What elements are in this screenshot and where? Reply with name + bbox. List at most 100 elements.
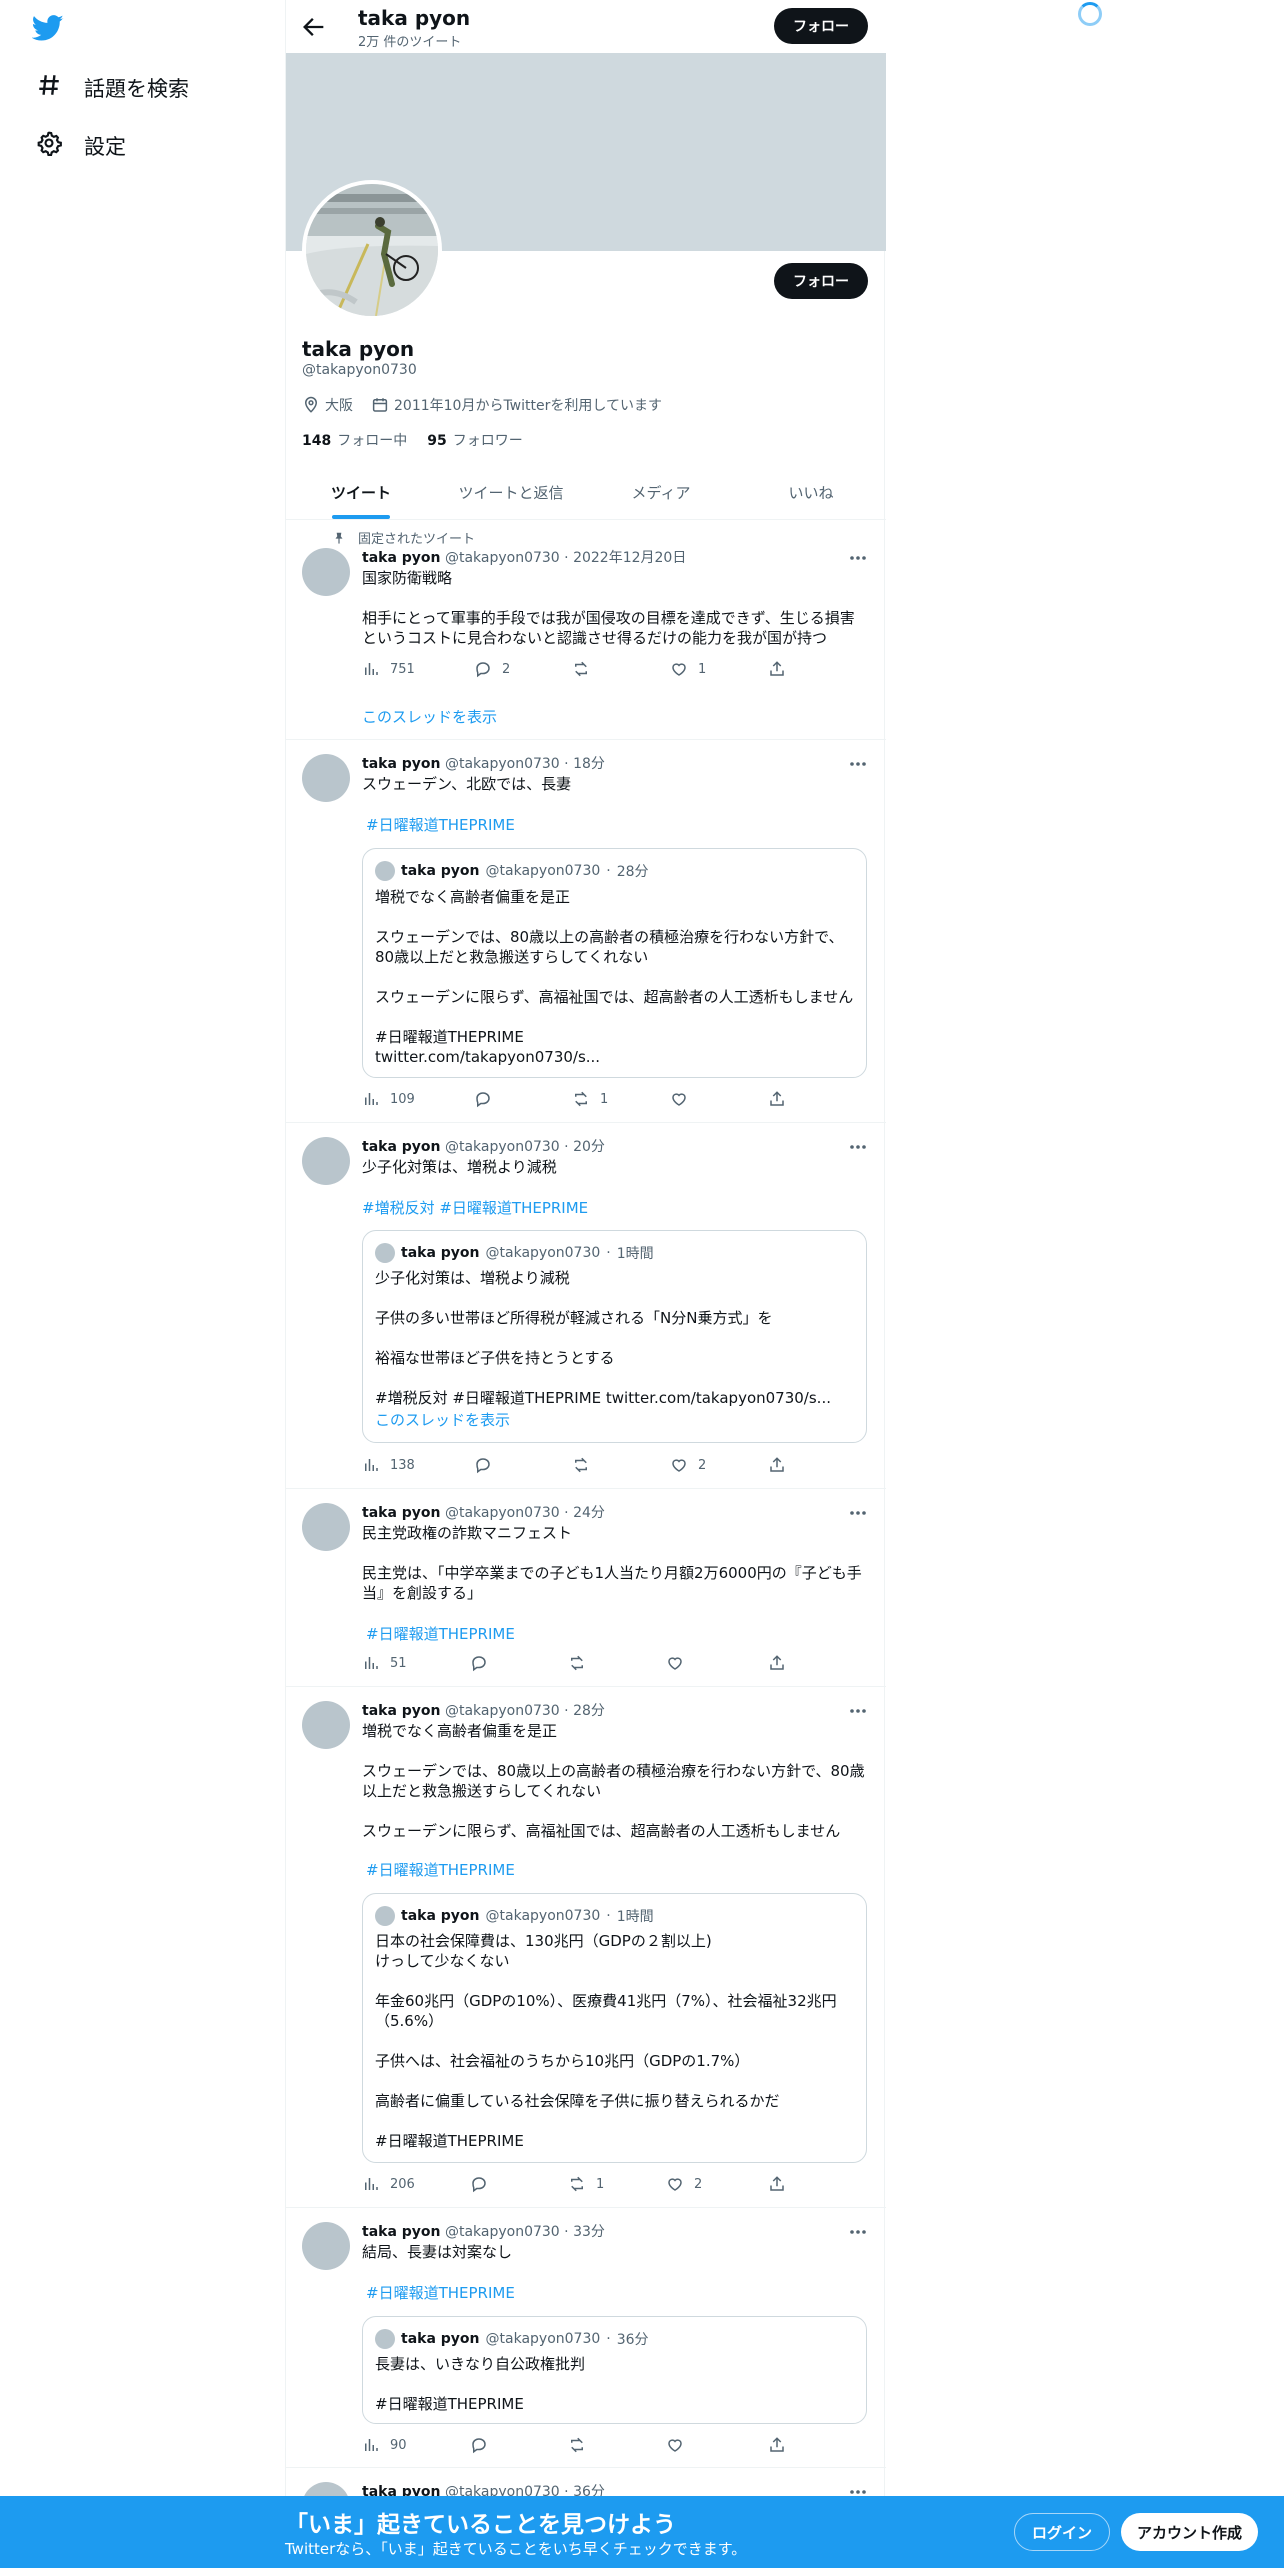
twitter-bird-icon[interactable] xyxy=(31,12,64,44)
tweet-author-name[interactable]: taka pyon xyxy=(362,1139,441,1155)
views-button[interactable]: 138 xyxy=(362,1456,415,1474)
login-button[interactable]: ログイン xyxy=(1014,2513,1110,2551)
tweet[interactable]: taka pyon @takapyon0730 · 18分 スウェーデン、北欧で… xyxy=(286,740,886,1123)
reply-button[interactable] xyxy=(470,1654,498,1672)
quoted-tweet[interactable]: taka pyon @takapyon0730 · 28分 増税でなく高齢者偏重を… xyxy=(362,848,867,1078)
tweet[interactable]: taka pyon @takapyon0730 · 28分 増税でなく高齢者偏重… xyxy=(286,1687,886,2208)
share-button[interactable] xyxy=(768,2175,786,2193)
hashtag-link[interactable]: #日曜報道THEPRIME xyxy=(366,2282,515,2303)
tweet-time[interactable]: 18分 xyxy=(573,756,605,772)
retweet-button[interactable] xyxy=(568,1654,596,1672)
tab-tweets[interactable]: ツイート xyxy=(286,465,436,519)
tweet-author-name[interactable]: taka pyon xyxy=(362,2224,441,2240)
retweet-button[interactable] xyxy=(568,2436,596,2454)
back-arrow-icon[interactable] xyxy=(300,13,328,41)
tweet-time[interactable]: 2022年12月20日 xyxy=(573,550,686,566)
more-icon[interactable] xyxy=(848,2222,868,2242)
quoted-time: 36分 xyxy=(616,2332,649,2348)
reply-button[interactable] xyxy=(470,2175,498,2193)
hashtag-link[interactable]: #日曜報道THEPRIME xyxy=(366,1859,515,1880)
tweet-time[interactable]: 20分 xyxy=(573,1139,605,1155)
like-button[interactable] xyxy=(666,2436,694,2454)
hashtag-link[interactable]: #増税反対 #日曜報道THEPRIME xyxy=(362,1197,588,1218)
views-icon xyxy=(365,1657,378,1669)
tweet-time[interactable]: 33分 xyxy=(573,2224,605,2240)
like-button[interactable]: 2 xyxy=(666,2175,702,2193)
quoted-tweet[interactable]: taka pyon @takapyon0730 · 1時間 日本の社会保障費は、1… xyxy=(362,1893,867,2163)
more-icon[interactable] xyxy=(848,548,868,568)
nav-settings[interactable]: 設定 xyxy=(36,130,126,161)
tweet-handle: @takapyon0730 xyxy=(444,1505,560,1521)
more-icon[interactable] xyxy=(848,1137,868,1157)
following-link[interactable]: 148 フォロー中 xyxy=(302,430,407,450)
nav-explore[interactable]: 話題を検索 xyxy=(36,72,189,103)
like-button[interactable] xyxy=(670,1090,698,1108)
share-button[interactable] xyxy=(768,660,786,678)
quoted-tweet[interactable]: taka pyon @takapyon0730 · 1時間 少子化対策は、増税より… xyxy=(362,1230,867,1443)
hashtag-link[interactable]: #日曜報道THEPRIME xyxy=(366,1623,515,1644)
retweet-button[interactable]: 1 xyxy=(568,2175,604,2193)
tweet[interactable]: taka pyon @takapyon0730 · 33分 結局、長妻は対案なし… xyxy=(286,2208,886,2468)
views-button[interactable]: 751 xyxy=(362,660,415,678)
hashtag-link[interactable]: #日曜報道THEPRIME xyxy=(366,814,515,835)
tweet-avatar[interactable] xyxy=(302,754,350,802)
followers-count: 95 xyxy=(427,433,447,449)
show-thread-link[interactable]: このスレッドを表示 xyxy=(362,706,497,727)
more-icon[interactable] xyxy=(848,754,868,774)
signup-button[interactable]: アカウント作成 xyxy=(1121,2513,1258,2551)
views-button[interactable]: 90 xyxy=(362,2436,407,2454)
tweet-author-name[interactable]: taka pyon xyxy=(362,1505,441,1521)
tweet[interactable]: taka pyon @takapyon0730 · 24分 民主党政権の詐欺マニ… xyxy=(286,1489,886,1687)
share-button[interactable] xyxy=(768,2436,786,2454)
tweet-avatar[interactable] xyxy=(302,1137,350,1185)
reply-button[interactable]: 2 xyxy=(474,660,510,678)
views-button[interactable]: 51 xyxy=(362,1654,407,1672)
retweet-icon xyxy=(575,661,587,677)
reply-button[interactable] xyxy=(474,1090,502,1108)
profile-avatar[interactable] xyxy=(302,180,442,320)
reply-button[interactable] xyxy=(474,1456,502,1474)
tweet-avatar[interactable] xyxy=(302,548,350,596)
retweet-button[interactable] xyxy=(572,1456,600,1474)
like-button[interactable]: 1 xyxy=(670,660,706,678)
tweet-avatar[interactable] xyxy=(302,2222,350,2270)
tab-media[interactable]: メディア xyxy=(586,465,736,519)
views-button[interactable]: 109 xyxy=(362,1090,415,1108)
tweet-author-name[interactable]: taka pyon xyxy=(362,550,441,566)
tab-tweets-and-replies[interactable]: ツイートと返信 xyxy=(436,465,586,519)
more-icon[interactable] xyxy=(848,1701,868,1721)
like-button[interactable]: 2 xyxy=(670,1456,706,1474)
retweet-button[interactable]: 1 xyxy=(572,1090,608,1108)
tweet-handle: @takapyon0730 xyxy=(444,2224,560,2240)
like-button[interactable] xyxy=(666,1654,694,1672)
share-button[interactable] xyxy=(768,1090,786,1108)
loading-spinner-icon xyxy=(1078,2,1102,26)
quoted-tweet-header: taka pyon @takapyon0730 · 36分 xyxy=(375,2329,649,2349)
tweet-avatar[interactable] xyxy=(302,1503,350,1551)
share-button[interactable] xyxy=(768,1456,786,1474)
tweet-time[interactable]: 28分 xyxy=(573,1703,605,1719)
tweet-time[interactable]: 24分 xyxy=(573,1505,605,1521)
tweet-author-name[interactable]: taka pyon xyxy=(362,1703,441,1719)
followers-link[interactable]: 95 フォロワー xyxy=(427,430,522,450)
tab-likes[interactable]: いいね xyxy=(736,465,886,519)
more-icon[interactable] xyxy=(848,1503,868,1523)
quoted-avatar xyxy=(375,861,395,881)
share-icon xyxy=(770,1655,784,1670)
share-button[interactable] xyxy=(768,1654,786,1672)
header-tweet-count: 2万 件のツイート xyxy=(358,35,462,50)
header-follow-button[interactable]: フォロー xyxy=(774,8,868,44)
profile-follow-button[interactable]: フォロー xyxy=(774,263,868,299)
show-thread-link[interactable]: このスレッドを表示 xyxy=(375,1409,510,1430)
tweet-author-name[interactable]: taka pyon xyxy=(362,756,441,772)
profile-location: 大阪 xyxy=(302,395,353,415)
tweet-avatar[interactable] xyxy=(302,1701,350,1749)
views-button[interactable]: 206 xyxy=(362,2175,415,2193)
reply-button[interactable] xyxy=(470,2436,498,2454)
retweet-icon xyxy=(575,1091,587,1107)
tweet[interactable]: 固定されたツイート taka pyon @takapyon0730 · 2022… xyxy=(286,520,886,740)
quoted-handle: @takapyon0730 xyxy=(485,863,601,879)
retweet-button[interactable] xyxy=(572,660,600,678)
tweet[interactable]: taka pyon @takapyon0730 · 20分 少子化対策は、増税よ… xyxy=(286,1123,886,1489)
quoted-tweet[interactable]: taka pyon @takapyon0730 · 36分 長妻は、いきなり自公政… xyxy=(362,2316,867,2424)
